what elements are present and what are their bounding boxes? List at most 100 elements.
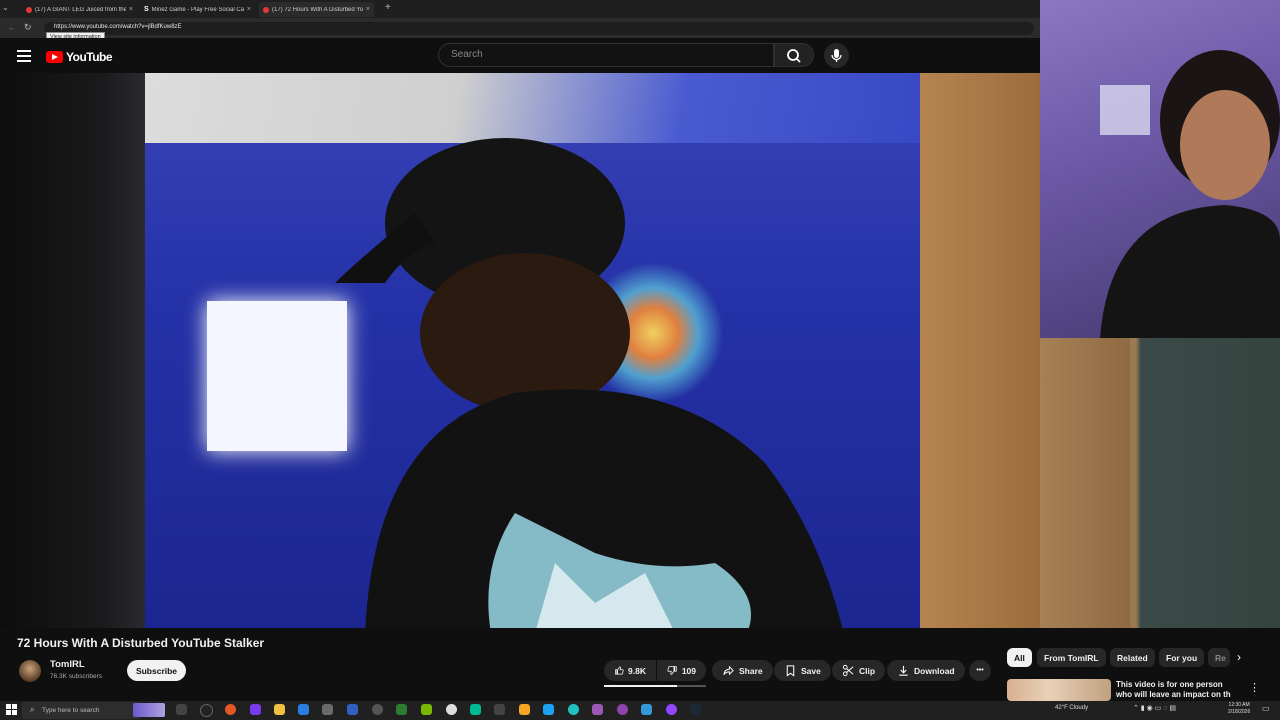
recommended-video-title[interactable]: This video is for one person who will le… xyxy=(1116,680,1236,701)
download-icon xyxy=(899,665,908,676)
app-icon[interactable] xyxy=(617,704,628,715)
address-bar[interactable] xyxy=(44,22,1034,35)
search-icon: ⌕ xyxy=(30,705,35,714)
clip-button[interactable]: Clip xyxy=(832,660,886,681)
tab-label: Minez Game - Play Free Social Ca xyxy=(151,6,244,13)
video-frame-door xyxy=(920,73,1040,628)
new-tab-button[interactable]: + xyxy=(385,2,391,13)
video-frame-extension xyxy=(1040,338,1280,628)
app-icon[interactable] xyxy=(347,704,358,715)
app-icon[interactable] xyxy=(519,704,530,715)
notification-icon[interactable]: ▭ xyxy=(1262,704,1270,713)
webcam-person xyxy=(1100,50,1280,338)
share-button[interactable]: Share xyxy=(712,660,773,681)
tray-icons[interactable]: ⌃ ▮ ◉ ▭ ◌ ▤ xyxy=(1133,704,1176,712)
streamer-webcam xyxy=(1040,0,1280,338)
tab-close-icon[interactable]: × xyxy=(247,6,251,13)
more-actions-button[interactable]: ••• xyxy=(969,660,991,681)
tab-list-chevron-icon[interactable]: ⌄ xyxy=(2,3,9,12)
app-icon[interactable] xyxy=(641,704,652,715)
search-button[interactable] xyxy=(774,43,814,67)
like-button[interactable]: 9.8K xyxy=(604,660,656,681)
thumbs-up-icon xyxy=(615,666,624,675)
menu-icon[interactable] xyxy=(17,50,31,62)
download-button[interactable]: Download xyxy=(887,660,965,681)
back-arrow-icon[interactable]: ← xyxy=(8,23,16,32)
bookmark-icon xyxy=(786,665,795,677)
app-icon[interactable] xyxy=(568,704,579,715)
browser-tab-active[interactable]: (17) 72 Hours With A Disturbed Yo × xyxy=(259,2,374,17)
channel-avatar[interactable] xyxy=(19,660,41,682)
weather-widget[interactable]: 42°F Cloudy xyxy=(1055,705,1088,711)
clock-date: 2/18/2026 xyxy=(1228,709,1251,715)
recommended-video-thumbnail[interactable] xyxy=(1007,679,1111,701)
chip-for-you[interactable]: For you xyxy=(1159,648,1205,667)
voice-search-button[interactable] xyxy=(824,43,849,68)
page-background xyxy=(0,73,145,628)
video-title: 72 Hours With A Disturbed YouTube Stalke… xyxy=(17,636,265,650)
chip-related[interactable]: Related xyxy=(1110,648,1155,667)
mic-icon xyxy=(831,49,842,62)
subscriber-count: 76.3K subscribers xyxy=(50,673,103,680)
more-vert-icon[interactable]: ⋮ xyxy=(1249,681,1260,694)
app-icon[interactable] xyxy=(396,704,407,715)
browser-tab[interactable]: S Minez Game - Play Free Social Ca × xyxy=(140,2,255,17)
minez-favicon-icon: S xyxy=(144,6,149,13)
dislike-button[interactable]: 109 xyxy=(657,660,706,681)
youtube-favicon-icon xyxy=(263,6,269,13)
tab-label: (17) A GIANT LEG Juiced from the xyxy=(35,6,126,13)
windows-start-icon[interactable] xyxy=(6,704,18,716)
app-icon[interactable] xyxy=(470,704,481,715)
obs-icon[interactable] xyxy=(200,704,213,717)
clip-label: Clip xyxy=(859,665,876,676)
app-icon[interactable] xyxy=(592,704,603,715)
dislike-count: 109 xyxy=(681,665,696,676)
steam-icon[interactable] xyxy=(690,704,701,715)
scissors-icon xyxy=(842,664,854,677)
youtube-play-logo-icon xyxy=(46,51,63,63)
app-icon[interactable] xyxy=(322,704,333,715)
video-player[interactable] xyxy=(145,73,1040,628)
chip-from-channel[interactable]: From TomIRL xyxy=(1037,648,1106,667)
url-text[interactable]: https://www.youtube.com/watch?v=jlBdfKuw… xyxy=(54,24,182,30)
app-icon[interactable] xyxy=(494,704,505,715)
youtube-favicon-icon xyxy=(26,6,32,13)
chip-scroll-right-icon[interactable]: › xyxy=(1237,650,1241,664)
clock[interactable]: 12:30 AM 2/18/2026 xyxy=(1228,702,1250,716)
youtube-logo[interactable]: YouTube xyxy=(46,50,113,64)
tab-close-icon[interactable]: × xyxy=(129,6,133,13)
video-frame-person xyxy=(335,138,843,628)
app-icon[interactable] xyxy=(666,704,677,715)
channel-name[interactable]: TomIRL xyxy=(50,659,85,670)
taskbar-widget-icon[interactable] xyxy=(133,703,165,717)
edge-icon[interactable] xyxy=(298,704,309,715)
search-icon xyxy=(787,49,801,63)
like-ratio-fill xyxy=(604,685,678,687)
taskbar-search-input[interactable]: ⌕ Type here to search xyxy=(22,702,140,719)
taskbar-search-placeholder: Type here to search xyxy=(42,707,100,714)
chip-recently-uploaded[interactable]: Re xyxy=(1208,648,1230,667)
download-label: Download xyxy=(914,665,955,676)
nvidia-icon[interactable] xyxy=(421,704,432,715)
clock-time: 12:30 AM xyxy=(1228,702,1250,708)
browser-tab[interactable]: (17) A GIANT LEG Juiced from the × xyxy=(22,2,137,17)
file-explorer-icon[interactable] xyxy=(274,704,285,715)
thumbs-down-icon xyxy=(667,666,677,675)
chip-all[interactable]: All xyxy=(1007,648,1032,667)
app-icon[interactable] xyxy=(250,704,261,715)
reload-icon[interactable]: ↻ xyxy=(24,22,32,33)
like-count: 9.8K xyxy=(628,665,646,676)
search-input[interactable]: Search xyxy=(438,43,774,67)
save-button[interactable]: Save xyxy=(774,660,831,681)
app-icon[interactable] xyxy=(372,704,383,715)
tab-close-icon[interactable]: × xyxy=(366,6,370,13)
app-icon[interactable] xyxy=(543,704,554,715)
subscribe-button[interactable]: Subscribe xyxy=(127,660,186,681)
app-icon[interactable] xyxy=(225,704,236,715)
save-label: Save xyxy=(801,665,821,676)
logo-text: YouTube xyxy=(66,50,113,64)
task-view-icon[interactable] xyxy=(176,704,187,715)
share-icon xyxy=(723,665,734,676)
app-icon[interactable] xyxy=(446,704,457,715)
video-frame-door-edge xyxy=(1040,338,1130,628)
